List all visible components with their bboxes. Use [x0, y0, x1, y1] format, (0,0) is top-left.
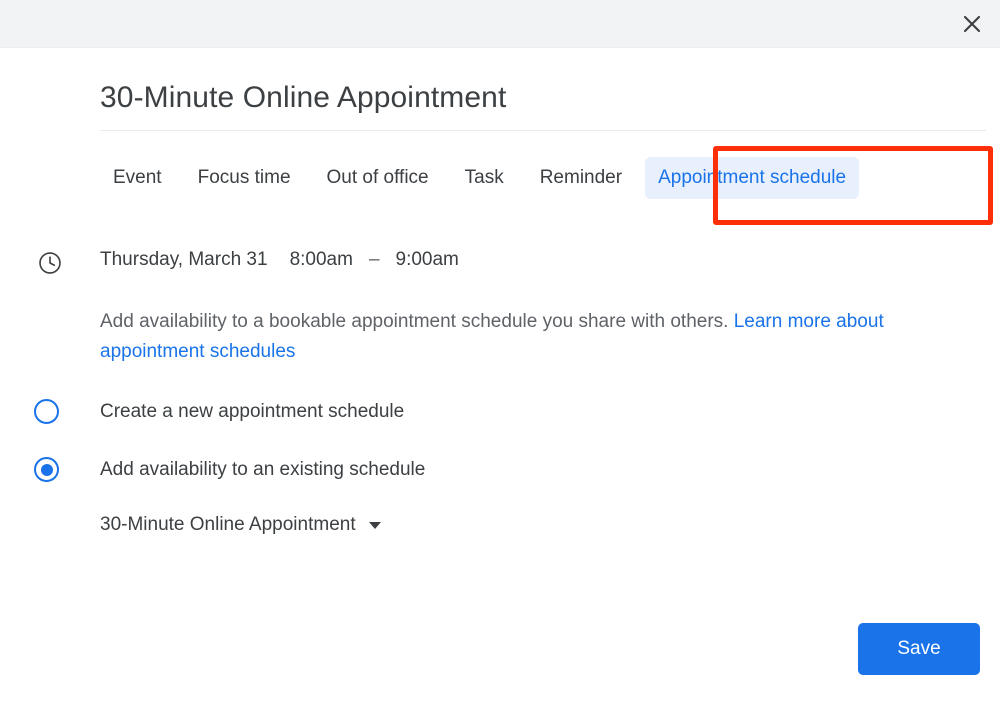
- radio-option-create-new[interactable]: Create a new appointment schedule: [34, 399, 404, 424]
- radio-option-add-existing[interactable]: Add availability to an existing schedule: [34, 457, 425, 482]
- datetime-row: Thursday, March 31 8:00am – 9:00am: [100, 249, 459, 271]
- close-icon: [962, 14, 982, 34]
- tab-task[interactable]: Task: [452, 157, 517, 199]
- radio-label-create-new: Create a new appointment schedule: [100, 400, 405, 422]
- radio-icon-create-new[interactable]: [34, 399, 59, 424]
- schedule-select[interactable]: 30-Minute Online Appointment: [100, 514, 381, 536]
- clock-icon: [37, 250, 63, 276]
- dialog-titlebar: [0, 0, 1000, 48]
- close-button[interactable]: [956, 8, 988, 40]
- event-date[interactable]: Thursday, March 31: [100, 249, 268, 271]
- title-divider: [100, 130, 986, 131]
- time-range-dash: –: [368, 249, 380, 270]
- radio-icon-add-existing[interactable]: [34, 457, 59, 482]
- description-text: Add availability to a bookable appointme…: [100, 307, 970, 367]
- chevron-down-icon: [368, 521, 381, 529]
- event-start-time[interactable]: 8:00am: [290, 249, 353, 271]
- tab-appointment-schedule[interactable]: Appointment schedule: [645, 157, 860, 199]
- event-type-tabs: Event Focus time Out of office Task Remi…: [100, 153, 860, 203]
- tab-reminder[interactable]: Reminder: [527, 157, 635, 199]
- tab-focus-time[interactable]: Focus time: [185, 157, 304, 199]
- description-static: Add availability to a bookable appointme…: [100, 311, 734, 332]
- page-title: 30-Minute Online Appointment: [100, 81, 507, 114]
- radio-dot: [40, 463, 53, 476]
- save-button[interactable]: Save: [858, 623, 980, 675]
- event-dialog: 30-Minute Online Appointment Event Focus…: [0, 49, 1000, 703]
- radio-label-add-existing: Add availability to an existing schedule: [100, 458, 426, 480]
- tab-out-of-office[interactable]: Out of office: [314, 157, 442, 199]
- schedule-select-value: 30-Minute Online Appointment: [100, 514, 356, 535]
- event-end-time[interactable]: 9:00am: [396, 249, 459, 271]
- tab-event[interactable]: Event: [100, 157, 175, 199]
